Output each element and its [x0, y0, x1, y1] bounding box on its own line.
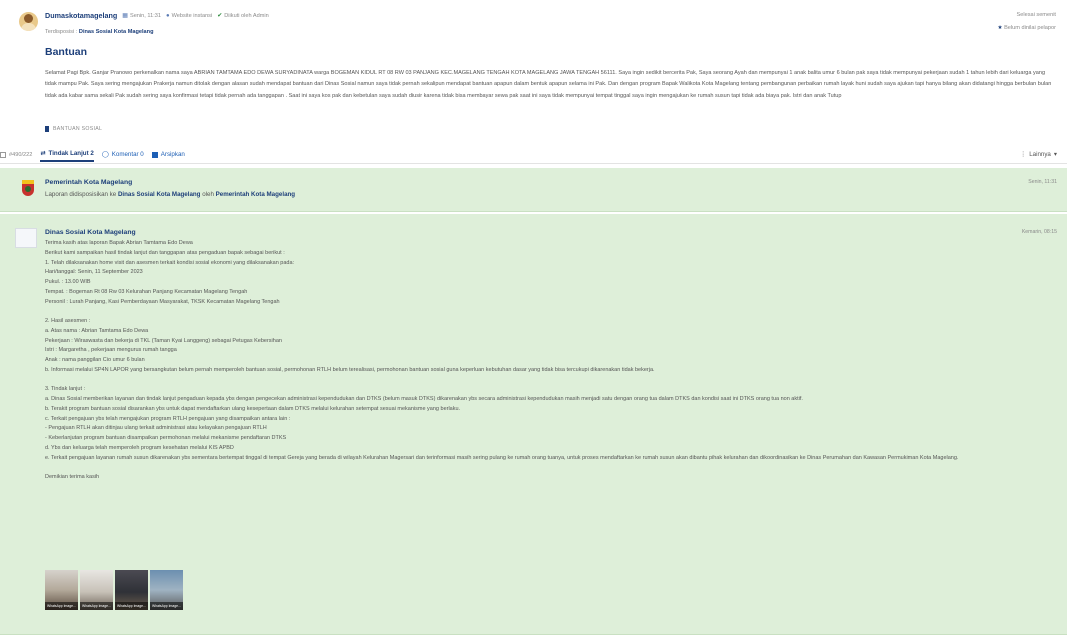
- location-pin-icon: ●: [165, 12, 170, 19]
- response-line: 1. Telah dilaksanakan home visit dan ase…: [45, 259, 295, 266]
- followup-time: Kemarin, 08:15: [1021, 229, 1057, 235]
- rating-status: ★ Belum dinilai pelapor: [997, 25, 1056, 31]
- followup-actor-link[interactable]: Pemerintah Kota Magelang: [216, 191, 295, 198]
- response-line: Berikut kami sampaikan hasil tindak lanj…: [45, 249, 285, 256]
- tab-comments[interactable]: ◯ Komentar 0: [102, 151, 144, 158]
- post-meta: Dumaskotamagelang ▦ Senin, 11:31 ● Website…: [45, 11, 269, 20]
- response-line: Istri : Margaretha , pekerjaan mengurus …: [45, 347, 177, 354]
- post-channel: ● Website instansi: [165, 12, 213, 19]
- followup-target-link[interactable]: Dinas Sosial Kota Magelang: [118, 191, 201, 198]
- report-toolbar: #490/222 ⇄ Tindak Lanjut 2 ◯ Komentar 0 Ar…: [0, 146, 1067, 164]
- response-line: a. Atas nama : Abrian Tamtama Edo Dewa: [45, 327, 149, 334]
- response-line: Tempat. : Bogeman Rt 08 Rw 03 Kelurahan …: [45, 288, 248, 295]
- followup-time: Senin, 11:31: [1028, 179, 1057, 185]
- response-line: c. Terkait pengajuan ybs telah mengajuka…: [45, 415, 291, 422]
- response-line: 2. Hasil asesmen :: [45, 318, 91, 324]
- report-title: Bantuan: [45, 46, 87, 58]
- response-line: Demikian terima kasih: [45, 474, 100, 480]
- more-menu[interactable]: ⋮ Lainnya ▾: [1020, 151, 1057, 158]
- disposition-target-link[interactable]: Dinas Sosial Kota Magelang: [79, 29, 154, 35]
- category-tag[interactable]: BANTUAN SOSIAL: [45, 126, 102, 132]
- followup-author[interactable]: Pemerintah Kota Magelang: [45, 179, 132, 186]
- calendar-icon: ▦: [122, 13, 128, 19]
- agency-avatar: [15, 228, 37, 248]
- attachment-thumbnail[interactable]: WhatsApp Image...: [80, 570, 113, 610]
- report-post: Dumaskotamagelang ▦ Senin, 11:31 ● Website…: [0, 0, 1067, 144]
- attachment-thumbnail[interactable]: WhatsApp Image...: [45, 570, 78, 610]
- select-checkbox[interactable]: [0, 151, 6, 158]
- followup-icon: ⇄: [40, 150, 46, 157]
- report-status: Selesai semenit ★ Belum dinilai pelapor: [997, 12, 1056, 31]
- response-line: Hari/tanggal: Senin, 11 September 2023: [45, 269, 143, 276]
- followup-item: Dinas Sosial Kota Magelang Kemarin, 08:1…: [0, 214, 1067, 635]
- response-line: Anak : nama panggilan Cio umur 6 bulan: [45, 357, 145, 363]
- response-line: 3. Tindak lanjut :: [45, 386, 86, 393]
- report-body: Selamat Pagi Bpk. Ganjar Pranowo perkena…: [45, 70, 1052, 99]
- post-date: ▦ Senin, 11:31: [122, 12, 161, 20]
- archive-button[interactable]: Arsipkan: [151, 151, 185, 158]
- attachment-thumbnail[interactable]: WhatsApp Image...: [115, 570, 148, 610]
- tab-followups[interactable]: ⇄ Tindak Lanjut 2: [40, 147, 94, 162]
- followup-author[interactable]: Dinas Sosial Kota Magelang: [45, 229, 136, 236]
- response-line: [45, 376, 1045, 386]
- response-line: b. Informasi melalui SP4N LAPOR yang ber…: [45, 366, 655, 373]
- response-line: d. Ybs dan keluarga telah memperoleh pro…: [45, 444, 234, 451]
- response-line: - Pengajuan RTLH akan ditinjau ulang ter…: [45, 425, 267, 432]
- report-id[interactable]: #490/222: [0, 151, 32, 158]
- response-line: - Keberlanjutan program bantuan disampai…: [45, 435, 287, 441]
- response-line: [45, 463, 1045, 473]
- response-line: Personil : Lurah Panjang, Kasi Pemberday…: [45, 298, 280, 305]
- response-line: a. Dinas Sosial memberikan layanan dan t…: [45, 396, 803, 402]
- response-line: Pekerjaan : Wiraswasta dan bekerja di TK…: [45, 337, 282, 344]
- response-line: Terima kasih atas laporan Bapak Abrian T…: [45, 240, 193, 246]
- gov-emblem-avatar: [22, 180, 34, 196]
- attachment-thumbnail[interactable]: WhatsApp Image...: [150, 570, 183, 610]
- bookmark-icon: [45, 126, 49, 132]
- followup-item: Pemerintah Kota Magelang Senin, 11:31 La…: [0, 168, 1067, 212]
- attachment-gallery: WhatsApp Image... WhatsApp Image... What…: [45, 570, 183, 610]
- followup-text: Laporan didisposisikan ke Dinas Sosial K…: [45, 191, 296, 198]
- response-line: b. Terakit program bantuan sosial disara…: [45, 405, 461, 412]
- user-avatar[interactable]: [19, 12, 38, 31]
- response-line: [45, 307, 1045, 317]
- disposition-line: Terdisposisi : Dinas Sosial Kota Magelan…: [45, 29, 154, 35]
- post-verified: ✔ Diikuti oleh Admin: [217, 12, 269, 20]
- comment-icon: ◯: [101, 151, 109, 158]
- response-line: Pukul. : 13.00 WIB: [45, 279, 91, 285]
- archive-icon: [151, 151, 158, 158]
- username-link[interactable]: Dumaskotamagelang: [45, 11, 117, 20]
- response-line: e. Terkait pengajuan layanan rumah susun…: [45, 454, 959, 461]
- followup-response: Terima kasih atas laporan Bapak Abrian T…: [45, 239, 1045, 483]
- more-icon: ⋮: [1020, 151, 1027, 158]
- star-icon: ★: [997, 25, 1003, 31]
- check-icon: ✔: [217, 13, 223, 19]
- caret-down-icon: ▾: [1053, 151, 1057, 158]
